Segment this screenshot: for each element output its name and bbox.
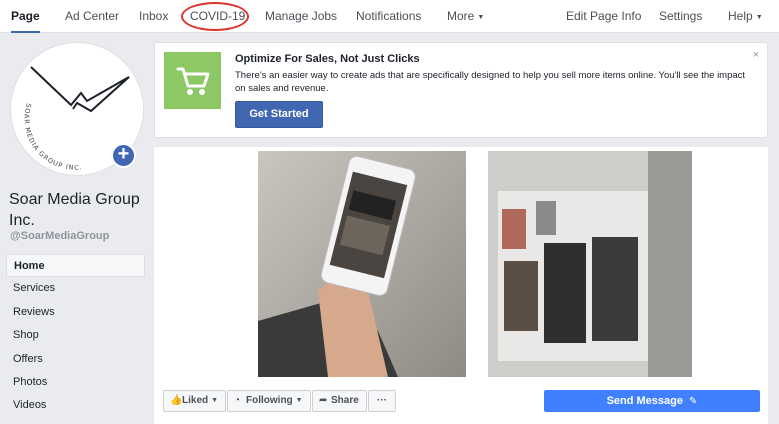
nav-tab-page[interactable]: Page bbox=[11, 0, 40, 33]
liked-label: Liked bbox=[182, 395, 209, 406]
nav-tab-covid-19[interactable]: COVID-19 bbox=[190, 0, 245, 32]
nav-tab-label: Page bbox=[11, 9, 40, 23]
sidebar-nav: Home Services Reviews Shop Offers Photos… bbox=[6, 254, 145, 418]
share-label: Share bbox=[331, 395, 359, 406]
promo-description: There's an easier way to create ads that… bbox=[235, 70, 746, 94]
caret-down-icon: ▼ bbox=[477, 14, 485, 21]
logo-text: SOAR MEDIA GROUP INC. bbox=[22, 102, 83, 171]
nav-edit-page-info[interactable]: Edit Page Info bbox=[566, 0, 641, 32]
cover-photo-phone-in-hand[interactable] bbox=[258, 151, 466, 377]
sidebar-item-home[interactable]: Home bbox=[6, 254, 145, 278]
send-message-button[interactable]: Send Message ✎ bbox=[544, 390, 760, 412]
page-handle[interactable]: @SoarMediaGroup bbox=[10, 230, 109, 242]
promo-card: Optimize For Sales, Not Just Clicks Ther… bbox=[154, 42, 768, 138]
following-button[interactable]: ◔ Following ▼ bbox=[227, 390, 311, 412]
cover-photo-area[interactable] bbox=[154, 147, 768, 385]
thumbs-up-icon: 👍 bbox=[170, 395, 183, 406]
nav-tab-label: Ad Center bbox=[65, 9, 120, 23]
pencil-icon: ✎ bbox=[689, 396, 698, 407]
nav-tab-label: More bbox=[447, 9, 475, 23]
nav-tab-label: Settings bbox=[659, 9, 703, 23]
close-icon[interactable]: × bbox=[753, 49, 759, 61]
sidebar-item-videos[interactable]: Videos bbox=[6, 394, 145, 417]
nav-help[interactable]: Help ▼ bbox=[728, 0, 763, 32]
caret-down-icon: ▼ bbox=[755, 14, 763, 21]
caret-down-icon: ▼ bbox=[295, 397, 303, 404]
caret-down-icon: ▼ bbox=[211, 397, 219, 404]
nav-settings[interactable]: Settings bbox=[659, 0, 702, 32]
shopping-cart-icon bbox=[164, 52, 221, 109]
nav-tab-label: COVID-19 bbox=[190, 9, 246, 23]
nav-tab-label: Help bbox=[728, 9, 753, 23]
more-options-button[interactable]: ··· bbox=[368, 390, 396, 412]
rss-icon: ◔ bbox=[234, 395, 241, 406]
nav-tab-label: Notifications bbox=[356, 9, 422, 23]
page-top-nav: Page Ad Center Inbox COVID-19 Manage Job… bbox=[0, 0, 779, 33]
send-message-label: Send Message bbox=[606, 395, 683, 407]
nav-tab-label: Inbox bbox=[139, 9, 169, 23]
nav-tab-more[interactable]: More ▼ bbox=[447, 0, 484, 32]
sidebar-item-photos[interactable]: Photos bbox=[6, 371, 145, 394]
nav-tab-label: Edit Page Info bbox=[566, 9, 642, 23]
add-photo-plus-icon[interactable]: + bbox=[111, 143, 136, 168]
cover-photo-laptop-screen[interactable] bbox=[488, 151, 692, 377]
nav-tab-notifications[interactable]: Notifications bbox=[356, 0, 421, 32]
nav-tab-label: Manage Jobs bbox=[265, 9, 338, 23]
sidebar-item-services[interactable]: Services bbox=[6, 277, 145, 300]
liked-button[interactable]: 👍Liked ▼ bbox=[163, 390, 226, 412]
following-label: Following bbox=[246, 395, 293, 406]
sidebar-item-offers[interactable]: Offers bbox=[6, 348, 145, 371]
share-button[interactable]: ➦ Share bbox=[312, 390, 367, 412]
page-title: Soar Media Group Inc. bbox=[9, 191, 140, 229]
promo-title: Optimize For Sales, Not Just Clicks bbox=[235, 53, 420, 65]
nav-tab-inbox[interactable]: Inbox bbox=[139, 0, 168, 32]
share-arrow-icon: ➦ bbox=[319, 395, 328, 406]
sidebar-item-reviews[interactable]: Reviews bbox=[6, 301, 145, 324]
nav-tab-ad-center[interactable]: Ad Center bbox=[65, 0, 119, 32]
nav-tab-manage-jobs[interactable]: Manage Jobs bbox=[265, 0, 337, 32]
page-action-bar: 👍Liked ▼ ◔ Following ▼ ➦ Share ··· Send Mess… bbox=[154, 385, 768, 424]
get-started-button[interactable]: Get Started bbox=[235, 101, 323, 128]
sidebar-item-shop[interactable]: Shop bbox=[6, 324, 145, 347]
